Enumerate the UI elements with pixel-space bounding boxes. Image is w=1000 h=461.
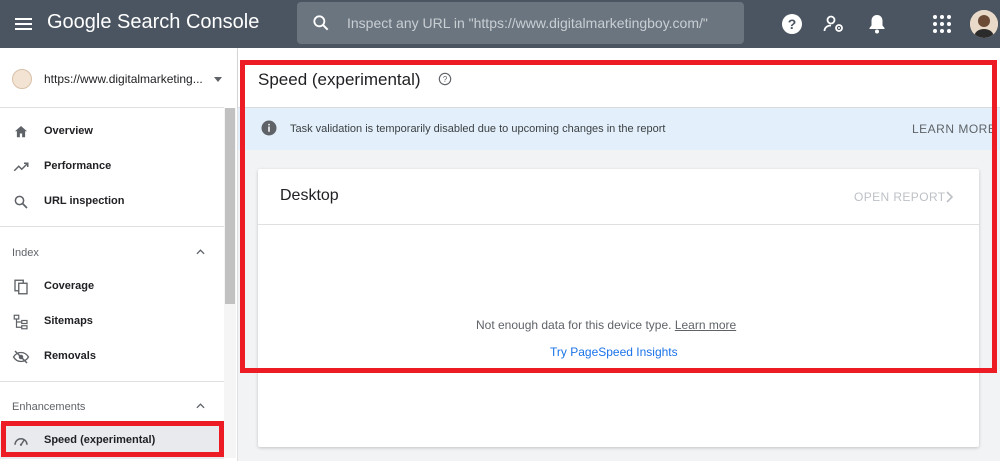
pagespeed-insights-link[interactable]: Try PageSpeed Insights bbox=[550, 345, 678, 359]
sidebar-item-label: Sitemaps bbox=[44, 315, 93, 327]
search-console-app: Google Search Console Inspect any URL in… bbox=[0, 0, 1000, 461]
sidebar-item-label: Removals bbox=[44, 350, 96, 362]
sidebar-item-removals[interactable]: Removals bbox=[0, 340, 224, 375]
card-title: Desktop bbox=[280, 187, 339, 204]
section-heading-enhancements: Enhancements bbox=[12, 401, 86, 413]
app-title: Google Search Console bbox=[47, 11, 260, 33]
visibility-off-icon bbox=[12, 350, 30, 364]
svg-text:?: ? bbox=[443, 75, 448, 84]
sidebar-item-label: Performance bbox=[44, 160, 112, 172]
copy-icon bbox=[14, 279, 28, 295]
notifications-icon[interactable] bbox=[865, 12, 889, 36]
sidebar-divider bbox=[0, 381, 224, 382]
sidebar-scrollbar-thumb[interactable] bbox=[225, 108, 235, 304]
help-icon[interactable]: ? bbox=[780, 12, 804, 36]
chevron-down-icon[interactable] bbox=[214, 77, 222, 82]
manage-users-icon[interactable] bbox=[822, 12, 846, 36]
svg-text:?: ? bbox=[788, 16, 797, 32]
page-title: Speed (experimental) bbox=[258, 70, 421, 89]
top-app-bar: Google Search Console Inspect any URL in… bbox=[0, 0, 1000, 48]
search-icon bbox=[14, 195, 28, 209]
chevron-up-icon[interactable] bbox=[196, 403, 205, 409]
card-divider bbox=[258, 224, 979, 225]
sidebar-item-label: Speed (experimental) bbox=[44, 434, 156, 446]
sidebar-item-coverage[interactable]: Coverage bbox=[0, 270, 224, 305]
property-url: https://www.digitalmarketing... bbox=[44, 72, 203, 86]
account-avatar[interactable] bbox=[970, 10, 998, 38]
sidebar-item-sitemaps[interactable]: Sitemaps bbox=[0, 305, 224, 340]
sidebar-item-label: Coverage bbox=[44, 280, 95, 292]
sidebar-scrollbar[interactable] bbox=[224, 108, 236, 458]
learn-more-button[interactable]: LEARN MORE bbox=[912, 122, 996, 136]
main-content: Speed (experimental) ? Task validation i… bbox=[238, 48, 1000, 461]
search-input[interactable]: Inspect any URL in "https://www.digitalm… bbox=[347, 15, 708, 31]
sidebar-item-performance[interactable]: Performance bbox=[0, 150, 224, 185]
trending-up-icon bbox=[13, 162, 29, 172]
learn-more-link[interactable]: Learn more bbox=[675, 318, 736, 332]
home-icon bbox=[15, 126, 27, 138]
sidebar-divider bbox=[0, 107, 224, 108]
chevron-right-icon[interactable] bbox=[944, 191, 954, 203]
avatar-image bbox=[970, 10, 998, 38]
no-data-message: Not enough data for this device type. Le… bbox=[476, 318, 736, 332]
property-favicon bbox=[12, 69, 32, 89]
sidebar-item-overview[interactable]: Overview bbox=[0, 115, 224, 150]
sidebar-item-url-inspection[interactable]: URL inspection bbox=[0, 185, 224, 220]
section-heading-index: Index bbox=[12, 247, 39, 259]
info-banner: Task validation is temporarily disabled … bbox=[238, 108, 1000, 150]
no-data-text: Not enough data for this device type. bbox=[476, 318, 672, 332]
page-header: Speed (experimental) ? bbox=[238, 48, 1000, 107]
sidebar-item-label: Overview bbox=[44, 125, 93, 137]
help-outline-icon[interactable]: ? bbox=[438, 72, 452, 86]
sitemap-icon bbox=[13, 314, 28, 330]
apps-grid-icon[interactable] bbox=[930, 12, 954, 36]
sidebar-item-label: URL inspection bbox=[44, 195, 125, 207]
sidebar: https://www.digitalmarketing... Overview… bbox=[0, 48, 238, 461]
sidebar-divider bbox=[0, 226, 224, 227]
banner-message: Task validation is temporarily disabled … bbox=[290, 123, 666, 135]
sidebar-item-speed[interactable]: Speed (experimental) bbox=[0, 424, 224, 459]
url-inspect-search[interactable]: Inspect any URL in "https://www.digitalm… bbox=[297, 2, 744, 44]
property-selector[interactable]: https://www.digitalmarketing... bbox=[0, 48, 238, 106]
search-icon bbox=[313, 15, 329, 31]
info-icon bbox=[261, 120, 277, 136]
speedometer-icon bbox=[14, 438, 28, 446]
menu-icon[interactable] bbox=[12, 12, 36, 36]
desktop-card: Desktop OPEN REPORT Not enough data for … bbox=[258, 169, 979, 447]
open-report-button[interactable]: OPEN REPORT bbox=[854, 190, 946, 204]
chevron-up-icon[interactable] bbox=[196, 249, 205, 255]
